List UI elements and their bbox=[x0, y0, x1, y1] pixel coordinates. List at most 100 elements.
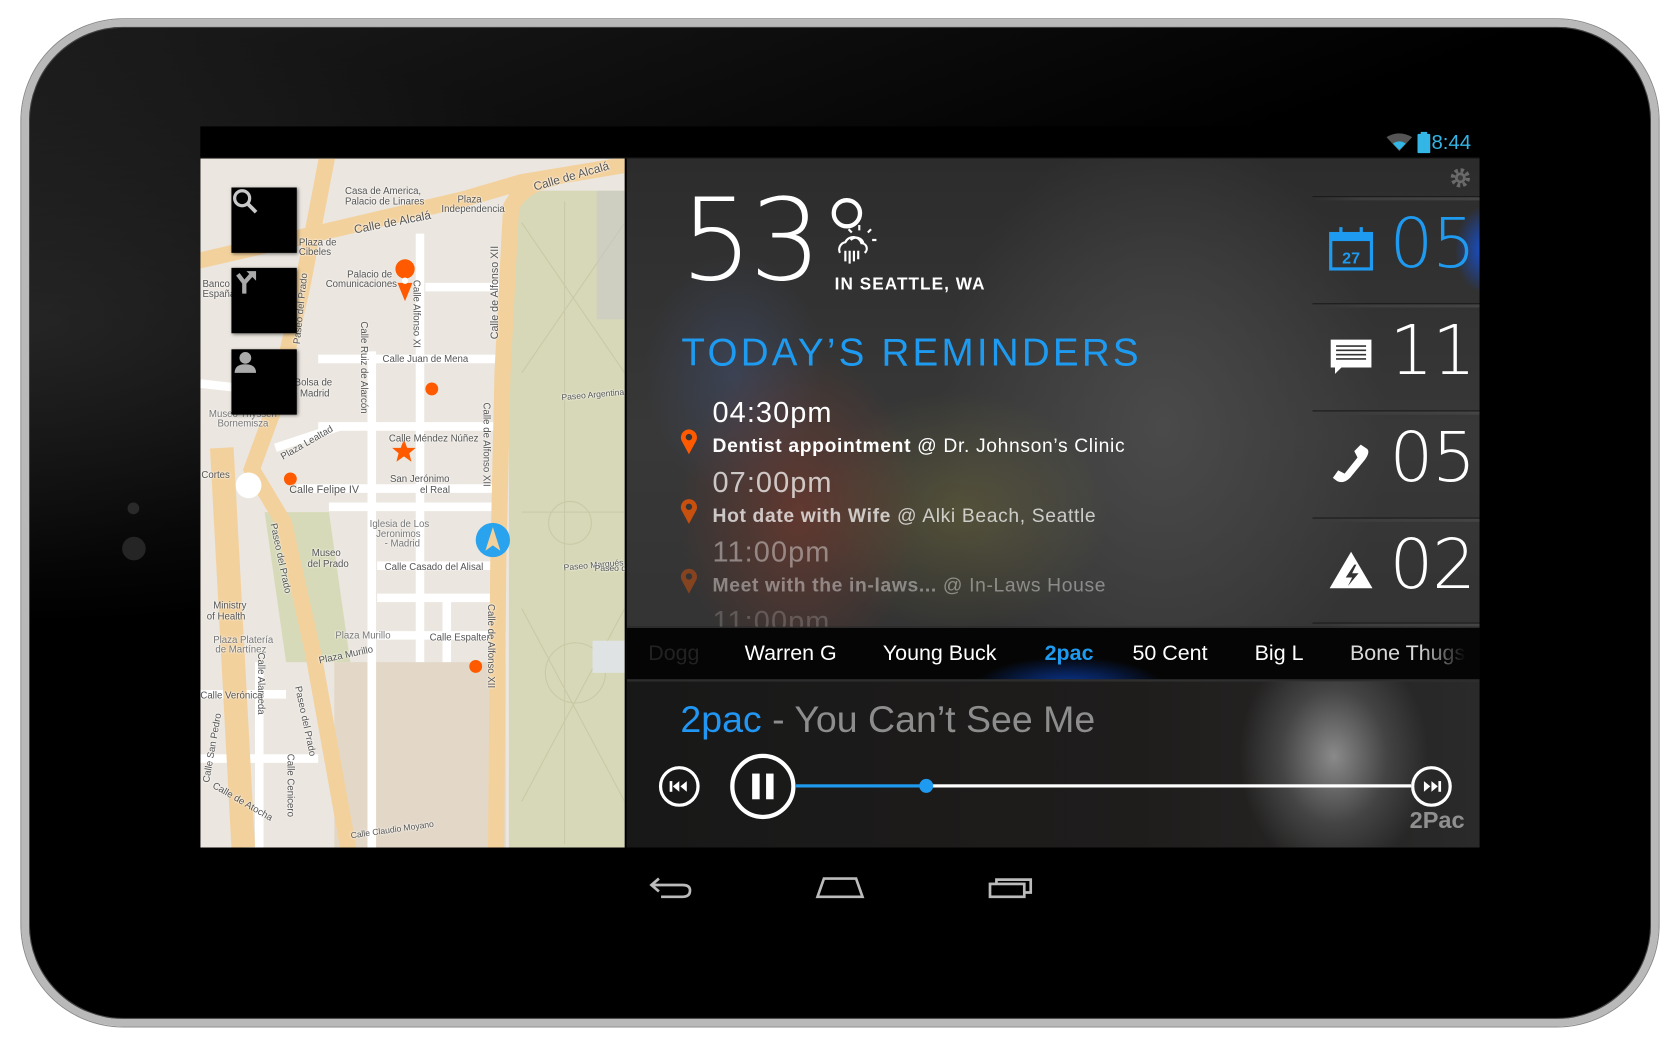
previous-icon bbox=[669, 781, 687, 792]
map-label: Calle de Alfonso XII bbox=[481, 402, 493, 487]
calls-stat[interactable]: 05 bbox=[1313, 410, 1480, 517]
map-label: Palacio de Linares bbox=[345, 196, 425, 207]
artist-carousel[interactable]: Dogg Warren G Young Buck 2pac 50 Cent Bi… bbox=[626, 626, 1480, 681]
map-label: Calle de Alfonso XII bbox=[489, 245, 502, 340]
map-label: of Health bbox=[206, 610, 246, 622]
now-playing-artist: 2pac bbox=[680, 698, 762, 741]
reminder-title: Dentist appointment bbox=[712, 435, 912, 457]
reminder-time: 04:30pm bbox=[712, 396, 833, 429]
clock: 8:44 bbox=[1431, 131, 1472, 155]
alerts-stat[interactable]: 02 bbox=[1313, 518, 1480, 625]
artist-item-selected[interactable]: 2pac bbox=[1045, 642, 1094, 667]
screen: 8:44 Calle de Alcalá Calle de Alcalá Cas… bbox=[200, 126, 1480, 924]
map-contacts-button[interactable] bbox=[231, 349, 297, 415]
recent-apps-button[interactable] bbox=[988, 875, 1035, 899]
next-icon bbox=[1423, 781, 1442, 792]
separator: - bbox=[772, 698, 785, 741]
map-label: Calle Alameda bbox=[256, 652, 267, 715]
location-pin-icon bbox=[680, 499, 697, 524]
pause-button[interactable] bbox=[730, 753, 796, 820]
place-pin-icon[interactable] bbox=[395, 259, 415, 279]
artist-item[interactable]: Young Buck bbox=[883, 642, 997, 667]
artist-item[interactable]: 50 Cent bbox=[1133, 642, 1208, 667]
calendar-stat[interactable]: 27 05 bbox=[1312, 196, 1480, 304]
search-icon bbox=[233, 189, 258, 214]
message-icon bbox=[1330, 339, 1372, 374]
map-label: - Madrid bbox=[384, 537, 421, 549]
map-label: Independencia bbox=[441, 203, 505, 215]
map-label: San Jerónimo bbox=[390, 473, 450, 485]
now-playing: 2pac - You Can’t See Me bbox=[680, 699, 1095, 742]
messages-stat[interactable]: 11 bbox=[1313, 303, 1480, 410]
reminder-description: Hot date with Wife @ Alki Beach, Seattle bbox=[713, 505, 1097, 528]
artist-item[interactable]: Dogg bbox=[648, 642, 699, 667]
map-label: del Prado bbox=[307, 558, 349, 569]
map-view[interactable]: Calle de Alcalá Calle de Alcalá Casa de … bbox=[200, 158, 625, 848]
map-label: Calle Méndez Núñez bbox=[388, 432, 479, 444]
map-label: Calle Juan de Mena bbox=[382, 353, 469, 365]
map-label: Calle Espalter bbox=[429, 632, 490, 643]
map-label: Calle Felipe IV bbox=[289, 484, 359, 497]
map-label: Cibeles bbox=[298, 246, 332, 258]
map-roads bbox=[200, 158, 625, 848]
directions-icon bbox=[236, 271, 257, 294]
location-pin-icon bbox=[680, 568, 697, 594]
calendar-day: 27 bbox=[1342, 250, 1360, 268]
sensor bbox=[127, 502, 140, 515]
weather-location: IN SEATTLE, WA bbox=[834, 275, 986, 294]
progress-remaining[interactable] bbox=[925, 784, 1412, 788]
reminder-place: @ In-Laws House bbox=[942, 574, 1107, 596]
map-label: Comunicaciones bbox=[325, 278, 398, 290]
previous-button[interactable] bbox=[658, 765, 701, 808]
artist-item[interactable]: Warren G bbox=[745, 642, 837, 667]
map-search-button[interactable] bbox=[231, 187, 297, 253]
now-playing-song: You Can’t See Me bbox=[794, 698, 1096, 741]
reminder-description: Dentist appointment @ Dr. Johnson’s Clin… bbox=[713, 435, 1126, 458]
map-label: Bornemisza bbox=[217, 417, 269, 429]
back-button[interactable] bbox=[648, 874, 693, 900]
battery-icon bbox=[1417, 131, 1431, 154]
map-directions-button[interactable] bbox=[231, 267, 297, 334]
messages-count: 11 bbox=[1389, 311, 1476, 392]
map-label: Madrid bbox=[300, 387, 330, 399]
map-label: Casa de America, bbox=[345, 185, 422, 197]
reminder-place: @ Dr. Johnson’s Clinic bbox=[917, 435, 1126, 457]
map-label: España bbox=[202, 288, 236, 299]
dashboard-panel: 53° IN SEATTLE, WA TODAY’S REMINDERS 04:… bbox=[626, 158, 1480, 848]
place-marker[interactable] bbox=[469, 660, 483, 673]
map-label: Ministry bbox=[213, 600, 247, 611]
calendar-count: 05 bbox=[1389, 204, 1476, 284]
seek-handle[interactable] bbox=[918, 778, 933, 793]
alerts-count: 02 bbox=[1389, 526, 1476, 606]
calls-count: 05 bbox=[1389, 418, 1476, 499]
map-label: Bolsa de bbox=[294, 377, 333, 388]
reminders-title: TODAY’S REMINDERS bbox=[681, 330, 1142, 374]
reminder-time: 07:00pm bbox=[712, 466, 833, 499]
music-player: 2pac - You Can’t See Me 2Pac bbox=[626, 681, 1480, 848]
home-button[interactable] bbox=[815, 875, 865, 899]
map-label: Calle Verónica bbox=[200, 690, 263, 701]
reminder-time: 11:00pm bbox=[712, 535, 831, 568]
map-label: Calle Alfonso XI bbox=[411, 279, 422, 348]
pause-icon bbox=[752, 773, 774, 800]
settings-gear-icon[interactable] bbox=[1450, 167, 1471, 188]
map-label: Paseo de bbox=[594, 563, 625, 574]
calendar-icon: 27 bbox=[1329, 227, 1374, 271]
wifi-icon bbox=[1386, 133, 1413, 152]
status-bar: 8:44 bbox=[200, 126, 1480, 159]
artist-item[interactable]: Big L bbox=[1255, 642, 1304, 667]
next-button[interactable] bbox=[1410, 765, 1453, 808]
artist-item[interactable]: Bone Thugs bbox=[1350, 642, 1465, 667]
map-label: Calle Ruiz de Alarcón bbox=[358, 321, 370, 414]
map-label: Cortes bbox=[201, 469, 230, 481]
reminder-title: Meet with the in-laws... bbox=[712, 574, 937, 596]
alert-icon bbox=[1329, 551, 1373, 589]
map-label: el Real bbox=[420, 484, 451, 496]
reminder-description: Meet with the in-laws... @ In-Laws House bbox=[713, 574, 1107, 597]
album-logo: 2Pac bbox=[1409, 806, 1465, 834]
map-label: Calle Cenicero bbox=[285, 753, 297, 817]
person-icon bbox=[234, 351, 257, 373]
reminder-title: Hot date with Wife bbox=[712, 504, 892, 527]
place-marker[interactable] bbox=[425, 382, 439, 396]
partly-sunny-rain-icon bbox=[838, 225, 877, 264]
